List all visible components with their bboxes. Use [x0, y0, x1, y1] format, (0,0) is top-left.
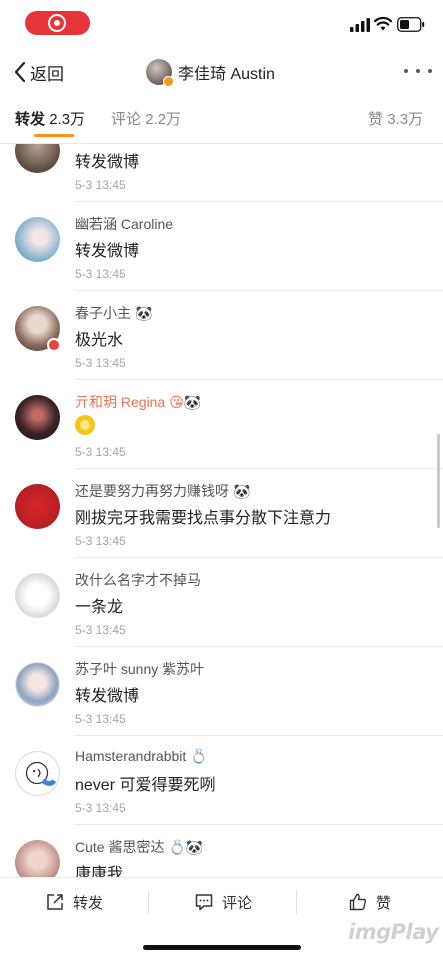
thumbs-up-icon — [349, 893, 367, 911]
repost-list[interactable]: 转发微博 5-3 13:45 幽若涵 Caroline 转发微博 5-3 13:… — [0, 144, 443, 877]
divider — [148, 890, 149, 914]
like-button[interactable]: 赞 — [348, 878, 391, 926]
panda-emoji-icon: 🐼 — [135, 305, 153, 321]
emoji-badge-icon: 😘🐼 — [169, 394, 202, 410]
list-item[interactable]: 亓和玥 Regina 😘🐼 5-3 13:45 — [0, 380, 443, 469]
sun-emoji-icon — [75, 415, 95, 435]
tab-bar: 转发 2.3万 评论 2.2万 赞 3.3万 — [0, 100, 443, 144]
list-item[interactable]: 还是要努力再努力赚钱呀 🐼 刚拔完牙我需要找点事分散下注意力 5-3 13:45 — [0, 469, 443, 558]
repost-time: 5-3 13:45 — [75, 356, 126, 370]
avatar[interactable] — [15, 573, 60, 618]
repost-text: 刚拔完牙我需要找点事分散下注意力 — [75, 510, 332, 527]
list-item[interactable]: 幽若涵 Caroline 转发微博 5-3 13:45 — [0, 202, 443, 291]
repost-button[interactable]: 转发 — [45, 878, 103, 926]
avatar[interactable] — [15, 751, 60, 796]
list-item[interactable]: 春子小主 🐼 极光水 5-3 13:45 — [0, 291, 443, 380]
repost-text — [75, 415, 95, 440]
user-name[interactable]: Cute 酱思密达 💍🐼 — [75, 837, 203, 857]
list-item[interactable]: 改什么名字才不掉马 一条龙 5-3 13:45 — [0, 558, 443, 647]
tab-label: 赞 — [368, 111, 384, 128]
watermark-logo: imgPlay — [348, 920, 439, 944]
panda-emoji-icon: 🐼 — [233, 483, 251, 499]
list-item[interactable]: 转发微博 5-3 13:45 — [0, 144, 443, 202]
tab-count: 2.3万 — [49, 111, 86, 128]
scrollbar[interactable] — [437, 434, 440, 528]
repost-text: never 可爱得要死咧 — [75, 777, 216, 794]
avatar[interactable] — [15, 662, 60, 707]
repost-time: 5-3 13:45 — [75, 178, 126, 192]
repost-text: 转发微博 — [75, 243, 140, 260]
dot-icon — [404, 69, 408, 73]
repost-text: 极光水 — [75, 332, 124, 349]
chevron-left-icon — [14, 61, 26, 83]
user-name[interactable]: 还是要努力再努力赚钱呀 🐼 — [75, 481, 250, 501]
repost-text: 转发微博 — [75, 154, 140, 171]
bottom-toolbar: 转发 评论 赞 — [0, 877, 443, 925]
tab-reposts[interactable]: 转发 2.3万 — [15, 108, 85, 129]
user-name[interactable]: Hamsterandrabbit 💍 — [75, 748, 208, 764]
dot-icon — [416, 69, 420, 73]
comment-icon — [195, 894, 213, 911]
repost-time: 5-3 13:45 — [75, 801, 126, 815]
tab-count: 3.3万 — [387, 111, 424, 128]
list-item[interactable]: Hamsterandrabbit 💍 never 可爱得要死咧 5-3 13:45 — [0, 736, 443, 825]
avatar — [146, 59, 174, 87]
avatar[interactable] — [15, 840, 60, 877]
comment-button[interactable]: 评论 — [194, 878, 252, 926]
user-name[interactable]: 改什么名字才不掉马 — [75, 570, 201, 590]
avatar[interactable] — [15, 144, 60, 173]
tab-count: 2.2万 — [145, 111, 182, 128]
ring-emoji-icon: 💍 — [190, 748, 208, 764]
user-name[interactable]: 幽若涵 Caroline — [75, 214, 173, 234]
page-title-text: 李佳琦 Austin — [178, 66, 275, 83]
repost-text: 康康我 — [75, 866, 124, 877]
more-options-button[interactable] — [404, 69, 432, 77]
tab-likes[interactable]: 赞 3.3万 — [368, 108, 423, 129]
emoji-badge-icon: 💍🐼 — [168, 839, 204, 855]
repost-text: 一条龙 — [75, 599, 124, 616]
list-item[interactable]: Cute 酱思密达 💍🐼 康康我 — [0, 825, 443, 877]
back-button[interactable]: 返回 — [12, 58, 64, 86]
repost-button-label: 转发 — [73, 894, 104, 912]
like-button-label: 赞 — [376, 894, 392, 912]
avatar[interactable] — [15, 217, 60, 262]
share-icon — [47, 894, 63, 910]
page-title[interactable]: 李佳琦 Austin — [146, 57, 275, 87]
status-bar — [0, 0, 443, 44]
back-label: 返回 — [30, 64, 64, 84]
tab-comments[interactable]: 评论 2.2万 — [111, 108, 181, 129]
tab-label: 评论 — [111, 111, 142, 128]
user-name[interactable]: 春子小主 🐼 — [75, 303, 152, 323]
avatar[interactable] — [15, 484, 60, 529]
repost-time: 5-3 13:45 — [75, 445, 126, 459]
repost-time: 5-3 13:45 — [75, 267, 126, 281]
active-tab-indicator — [34, 134, 74, 137]
smiley-drawing-icon — [25, 761, 57, 786]
screen-recording-indicator[interactable] — [25, 11, 90, 35]
home-indicator[interactable] — [143, 945, 301, 950]
repost-text: 转发微博 — [75, 688, 140, 705]
avatar[interactable] — [15, 395, 60, 440]
comment-button-label: 评论 — [222, 894, 253, 912]
user-name[interactable]: 亓和玥 Regina 😘🐼 — [75, 392, 201, 412]
battery-icon — [397, 17, 425, 32]
repost-time: 5-3 13:45 — [75, 534, 126, 548]
divider — [296, 890, 297, 914]
repost-time: 5-3 13:45 — [75, 623, 126, 637]
user-name[interactable]: 苏子叶 sunny 紫苏叶 — [75, 659, 204, 679]
repost-time: 5-3 13:45 — [75, 712, 126, 726]
list-item[interactable]: 苏子叶 sunny 紫苏叶 转发微博 5-3 13:45 — [0, 647, 443, 736]
tab-label: 转发 — [15, 111, 46, 128]
record-icon — [48, 14, 66, 32]
verified-badge-icon — [163, 76, 174, 87]
avatar[interactable] — [15, 306, 61, 352]
wifi-icon — [374, 16, 392, 31]
vip-badge-icon — [47, 338, 61, 352]
dot-icon — [428, 69, 432, 73]
cellular-signal-icon — [350, 18, 370, 32]
nav-bar: 返回 李佳琦 Austin — [0, 50, 443, 94]
